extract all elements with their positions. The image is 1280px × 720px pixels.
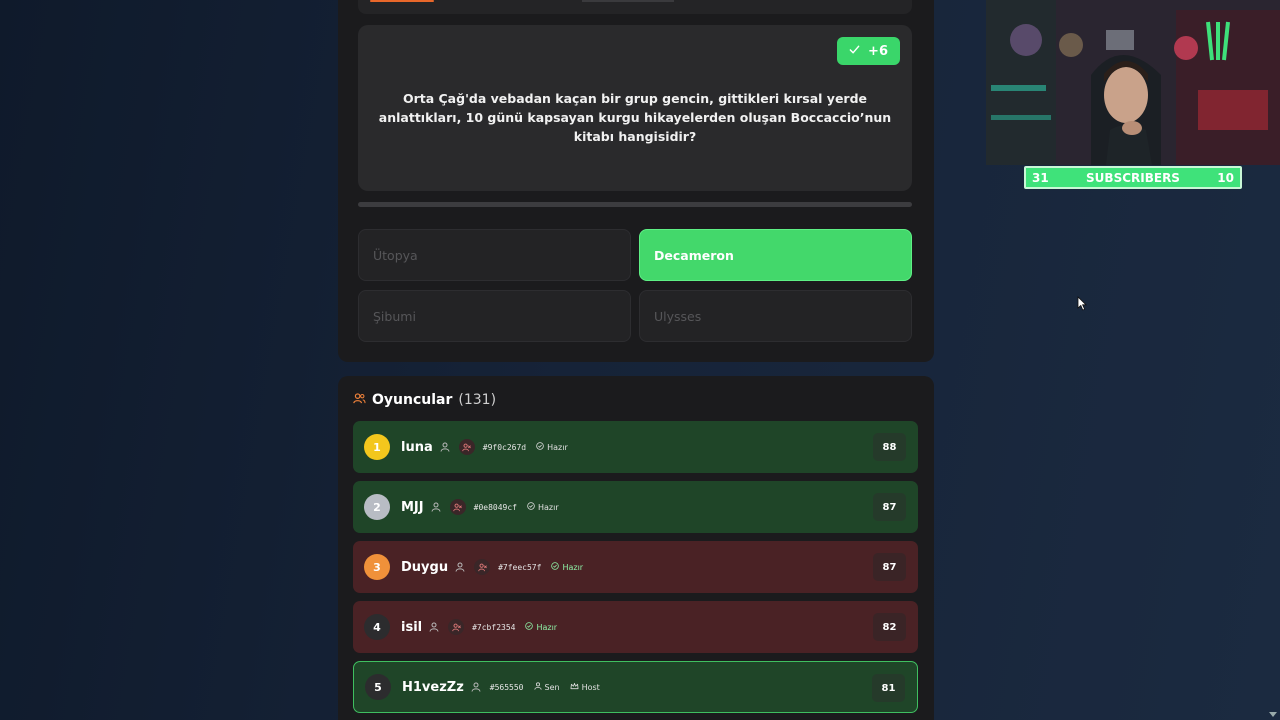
user-icon bbox=[533, 682, 542, 692]
mouse-cursor-icon bbox=[1077, 296, 1087, 315]
ready-status: Hazır bbox=[551, 562, 583, 572]
host-tag: Host bbox=[570, 682, 600, 692]
rank-badge: 5 bbox=[365, 674, 391, 700]
user-icon bbox=[430, 501, 442, 513]
answer-option-1[interactable]: Ütopya bbox=[358, 229, 631, 281]
player-name: H1vezZz bbox=[402, 679, 464, 695]
top-dark-accent bbox=[582, 0, 674, 2]
player-name: MJJ bbox=[401, 499, 424, 515]
player-row[interactable]: 3 Duygu #7feec57f Hazır 87 bbox=[353, 541, 918, 593]
user-icon bbox=[470, 681, 482, 693]
ready-status: Hazır bbox=[527, 502, 559, 512]
crown-icon bbox=[570, 682, 579, 692]
host-label: Host bbox=[581, 682, 600, 692]
timer-progress-bar bbox=[358, 202, 912, 207]
player-id: #565550 bbox=[489, 682, 524, 692]
player-score: 87 bbox=[873, 553, 906, 581]
player-id: #7feec57f bbox=[498, 562, 542, 572]
player-id: #9f0c267d bbox=[482, 442, 527, 452]
user-icon bbox=[428, 621, 440, 633]
check-circle-icon bbox=[551, 562, 560, 572]
ready-status-label: Hazır bbox=[547, 442, 568, 452]
answer-option-4[interactable]: Ulysses bbox=[639, 290, 912, 342]
users-icon bbox=[353, 390, 366, 409]
transfer-host-icon[interactable] bbox=[448, 619, 465, 635]
player-id: #0e8049cf bbox=[473, 502, 517, 512]
transfer-host-icon[interactable] bbox=[474, 559, 491, 575]
answer-option-3[interactable]: Şibumi bbox=[358, 290, 631, 342]
rank-badge: 1 bbox=[364, 434, 390, 460]
rank-badge: 3 bbox=[364, 554, 390, 580]
user-icon bbox=[454, 561, 466, 573]
players-header: Oyuncular (131) bbox=[353, 390, 496, 409]
check-icon bbox=[849, 44, 860, 59]
sub-label: SUBSCRIBERS bbox=[1086, 170, 1180, 185]
player-score: 81 bbox=[872, 674, 905, 702]
score-gain-value: +6 bbox=[868, 43, 888, 59]
ready-status: Hazır bbox=[536, 442, 568, 452]
transfer-host-icon[interactable] bbox=[449, 499, 466, 515]
top-strip bbox=[358, 0, 912, 14]
top-orange-accent bbox=[370, 0, 434, 2]
players-title: Oyuncular bbox=[372, 391, 453, 408]
ready-status-label: Hazır bbox=[537, 502, 559, 512]
subscriber-goal-bar: 31 SUBSCRIBERS 10 bbox=[1024, 166, 1242, 189]
you-label: Sen bbox=[544, 682, 560, 692]
check-circle-icon bbox=[527, 502, 535, 512]
player-name: isil bbox=[401, 619, 423, 635]
rank-badge: 2 bbox=[364, 494, 390, 520]
user-icon bbox=[439, 441, 451, 453]
you-tag: Sen bbox=[533, 682, 560, 692]
player-score: 87 bbox=[873, 493, 906, 521]
transfer-host-icon[interactable] bbox=[458, 439, 475, 455]
player-row-self[interactable]: 5 H1vezZz #565550 Sen Host 81 bbox=[353, 661, 918, 713]
scroll-down-icon[interactable] bbox=[1269, 712, 1277, 717]
ready-status-label: Hazır bbox=[536, 622, 558, 632]
answer-option-2[interactable]: Decameron bbox=[639, 229, 912, 281]
webcam-feed-image bbox=[986, 0, 1280, 165]
player-row[interactable]: 2 MJJ #0e8049cf Hazır 87 bbox=[353, 481, 918, 533]
ready-status-label: Hazır bbox=[562, 562, 584, 572]
check-circle-icon bbox=[536, 442, 544, 452]
player-id: #7cbf2354 bbox=[472, 622, 516, 632]
player-score: 82 bbox=[873, 613, 906, 641]
ready-status: Hazır bbox=[525, 622, 557, 632]
question-card: +6 Orta Çağ'da vebadan kaçan bir grup ge… bbox=[358, 25, 912, 191]
player-name: luna bbox=[401, 439, 433, 455]
sub-count-right: 10 bbox=[1217, 170, 1234, 185]
player-score: 88 bbox=[873, 433, 906, 461]
sub-count-left: 31 bbox=[1032, 170, 1049, 185]
player-row[interactable]: 4 isil #7cbf2354 Hazır 82 bbox=[353, 601, 918, 653]
webcam-overlay bbox=[986, 0, 1280, 165]
score-gain-badge: +6 bbox=[837, 37, 900, 65]
players-count: (131) bbox=[458, 391, 497, 408]
check-circle-icon bbox=[525, 622, 534, 632]
player-name: Duygu bbox=[401, 559, 449, 575]
rank-badge: 4 bbox=[364, 614, 390, 640]
player-row[interactable]: 1 luna #9f0c267d Hazır 88 bbox=[353, 421, 918, 473]
question-text: Orta Çağ'da vebadan kaçan bir grup genci… bbox=[378, 91, 892, 144]
